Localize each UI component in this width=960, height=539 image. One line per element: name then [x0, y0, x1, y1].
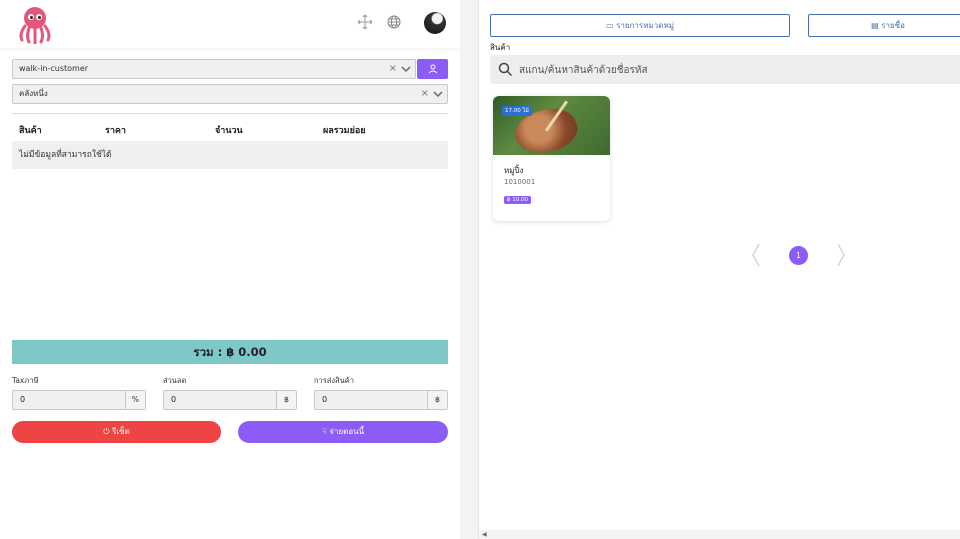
discount-input[interactable]: 0 ฿: [163, 390, 297, 410]
discount-suffix: ฿: [276, 391, 296, 409]
product-search-input[interactable]: สแกน/ค้นหาสินค้าด้วยชื่อรหัส: [490, 55, 960, 84]
panel-divider: [460, 0, 478, 539]
price-badge: ฿ 10.00: [504, 196, 531, 204]
octopus-logo-icon[interactable]: [16, 4, 54, 44]
brand-list-button[interactable]: ▤ รายชื่อ: [808, 14, 960, 37]
product-code: 1010001: [504, 178, 536, 186]
shipping-label: การส่งสินค้า: [314, 376, 354, 385]
cart-table-header: สินค้า ราคา จำนวน ผลรวมย่อย: [12, 113, 448, 141]
column-quantity: จำนวน: [215, 126, 243, 136]
discount-value: 0: [171, 395, 177, 404]
move-icon[interactable]: [357, 14, 373, 30]
category-list-button-label: รายการหมวดหมู่: [616, 21, 674, 30]
pay-now-button[interactable]: ☟ จ่ายตอนนี้: [238, 421, 448, 443]
shipping-input[interactable]: 0 ฿: [314, 390, 448, 410]
clear-icon[interactable]: ×: [389, 60, 397, 78]
page-1-button[interactable]: 1: [789, 246, 808, 265]
power-icon: ⏻: [103, 427, 113, 436]
globe-icon[interactable]: [386, 14, 402, 30]
search-icon: [498, 62, 513, 77]
category-list-button[interactable]: ▭ รายการหมวดหมู่: [490, 14, 790, 37]
pos-cart-panel: walk-in-customer × คลังหนึ่ง × สินค้า รา…: [0, 0, 460, 539]
tax-value: 0: [20, 395, 26, 404]
search-placeholder: สแกน/ค้นหาสินค้าด้วยชื่อรหัส: [519, 65, 648, 76]
tax-input[interactable]: 0 %: [12, 390, 146, 410]
user-icon: [428, 64, 437, 74]
horizontal-scrollbar[interactable]: ◀: [479, 530, 960, 539]
grand-total: รวม : ฿ 0.00: [12, 340, 448, 364]
stock-badge: 17.00 ไม้: [502, 106, 532, 116]
next-page-icon[interactable]: [836, 243, 846, 267]
reset-button-label: รีเซ็ต: [112, 427, 130, 436]
products-section-label: สินค้า: [490, 43, 511, 52]
warehouse-select-value: คลังหนึ่ง: [19, 89, 48, 98]
cart-empty-message: ไม่มีข้อมูลที่สามารถใช้ได้: [12, 141, 448, 169]
user-avatar[interactable]: [424, 12, 446, 34]
product-panel: ▭ รายการหมวดหมู่ ▤ รายชื่อ สินค้า สแกน/ค…: [478, 0, 960, 539]
chevron-down-icon[interactable]: [401, 65, 411, 73]
clear-icon[interactable]: ×: [421, 85, 429, 103]
product-name: หมูปิ้ง: [504, 166, 524, 175]
top-bar: [0, 0, 460, 48]
shipping-suffix: ฿: [427, 391, 447, 409]
column-product: สินค้า: [19, 126, 42, 136]
customer-select-value: walk-in-customer: [19, 64, 89, 73]
scroll-left-icon[interactable]: ◀: [482, 530, 487, 539]
column-price: ราคา: [105, 126, 126, 136]
column-subtotal: ผลรวมย่อย: [323, 126, 366, 136]
add-customer-button[interactable]: [417, 59, 448, 79]
prev-page-icon[interactable]: [751, 243, 761, 267]
pay-now-button-label: จ่ายตอนนี้: [329, 427, 365, 436]
product-image: 17.00 ไม้: [493, 96, 610, 161]
discount-label: ส่วนลด: [163, 376, 187, 385]
warehouse-select[interactable]: คลังหนึ่ง ×: [12, 84, 448, 104]
shipping-value: 0: [322, 395, 328, 404]
brand-list-button-label: รายชื่อ: [881, 21, 905, 30]
customer-select[interactable]: walk-in-customer ×: [12, 59, 416, 79]
chevron-down-icon[interactable]: [433, 90, 443, 98]
building-icon: ▤: [871, 21, 882, 30]
reset-button[interactable]: ⏻ รีเซ็ต: [12, 421, 221, 443]
tax-suffix: %: [125, 391, 145, 409]
tax-label: Taxภาษี: [12, 376, 39, 385]
folder-icon: ▭: [606, 21, 617, 30]
product-card[interactable]: 17.00 ไม้ หมูปิ้ง 1010001 ฿ 10.00: [493, 96, 610, 221]
